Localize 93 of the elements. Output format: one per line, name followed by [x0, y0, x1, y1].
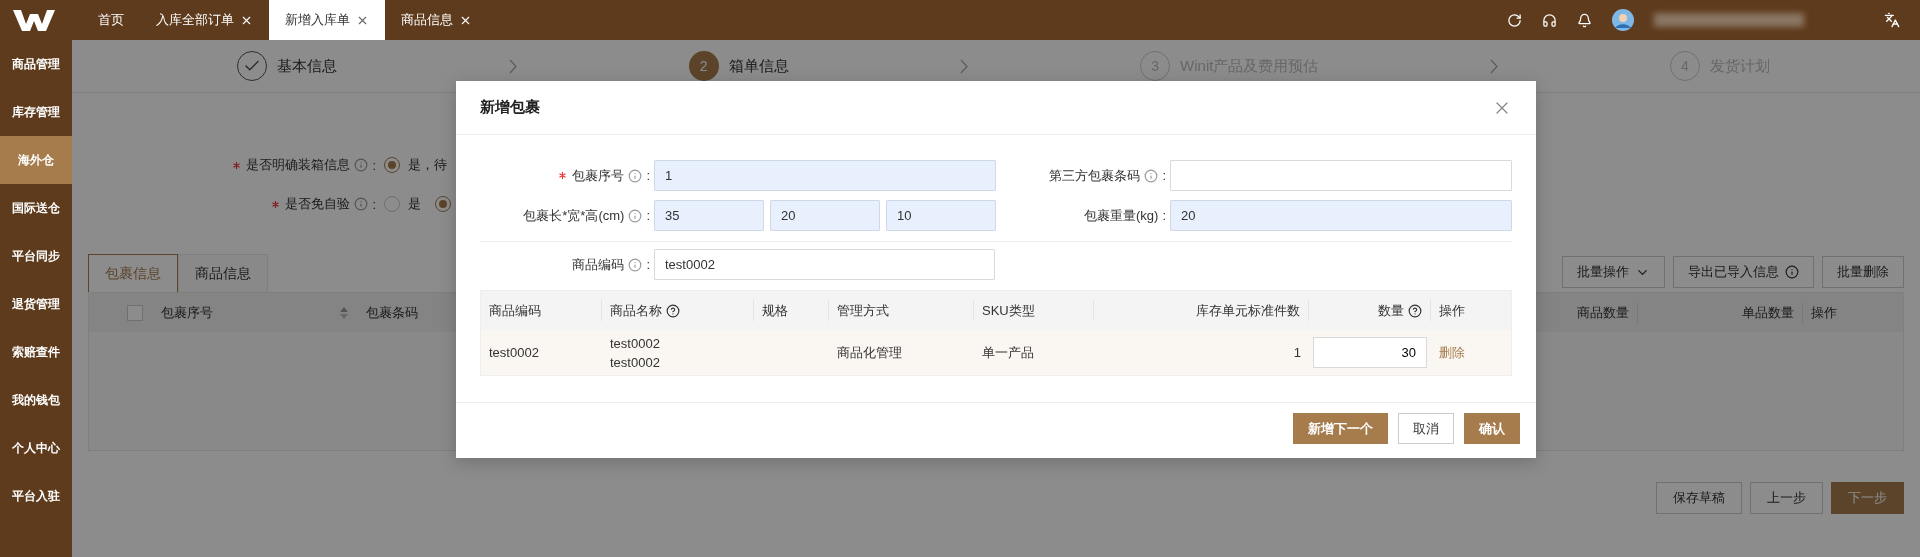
- delete-link[interactable]: 删除: [1439, 343, 1465, 362]
- table-cell: test0002: [610, 335, 660, 351]
- sidebar-item[interactable]: 商品管理: [0, 40, 72, 88]
- text-input[interactable]: 35: [654, 200, 764, 231]
- text-input[interactable]: 20: [770, 200, 880, 231]
- column-header: 库存单元标准件数: [1196, 301, 1300, 320]
- colon: :: [1162, 208, 1166, 223]
- page-tab[interactable]: 入库全部订单: [140, 0, 269, 40]
- colon: :: [372, 157, 376, 173]
- step-marker: 2: [688, 51, 719, 81]
- sidebar-item[interactable]: 我的钱包: [0, 376, 72, 424]
- sidebar-item[interactable]: 个人中心: [0, 424, 72, 472]
- info-icon: [628, 257, 643, 272]
- action-button[interactable]: 保存草稿: [1656, 482, 1742, 514]
- table-cell: 商品化管理: [837, 343, 902, 362]
- text-input[interactable]: 10: [886, 200, 996, 231]
- table-cell: 1: [1293, 345, 1301, 360]
- text-input[interactable]: [1170, 160, 1512, 191]
- dialog-button[interactable]: 新增下一个: [1293, 413, 1388, 444]
- info-icon: [1785, 265, 1799, 279]
- info-icon: [354, 197, 369, 211]
- field-label: 是否免自验: [285, 195, 351, 213]
- table-cell: test0002: [610, 354, 660, 370]
- sidebar-item[interactable]: 国际送仓: [0, 184, 72, 232]
- colon: :: [372, 196, 376, 212]
- field-label: 是否明确装箱信息: [246, 156, 351, 174]
- table-cell: 单一产品: [982, 343, 1034, 362]
- colon: :: [646, 168, 650, 183]
- sidebar-item[interactable]: 海外仓: [0, 136, 72, 184]
- help-icon: [666, 303, 680, 318]
- sidebar-item[interactable]: 退货管理: [0, 280, 72, 328]
- colon: :: [646, 257, 650, 272]
- column-header: 操作: [1439, 301, 1465, 320]
- toolbar-button[interactable]: 批量操作: [1562, 256, 1665, 288]
- step-label: 基本信息: [277, 56, 337, 76]
- text-input[interactable]: 20: [1170, 200, 1512, 231]
- radio-option[interactable]: 是: [384, 195, 421, 213]
- checkbox[interactable]: [127, 304, 143, 321]
- chevron-right-icon: [960, 58, 969, 74]
- sidebar-item[interactable]: 库存管理: [0, 88, 72, 136]
- column-header: 管理方式: [837, 301, 889, 320]
- chevron-right-icon: [1490, 58, 1499, 74]
- colon: :: [1162, 168, 1166, 183]
- field-label: 包裹长*宽*高(cm): [523, 206, 625, 225]
- table-cell: test0002: [489, 345, 539, 360]
- column-header: 包裹序号: [161, 303, 213, 322]
- quantity-input[interactable]: 30: [1313, 337, 1427, 368]
- column-header: 包裹条码: [366, 303, 418, 322]
- column-header: 操作: [1811, 303, 1837, 322]
- column-header: 单品数量: [1742, 303, 1794, 322]
- dialog-title: 新增包裹: [480, 98, 540, 117]
- column-header: SKU类型: [982, 301, 1035, 320]
- required-mark-icon: [233, 161, 241, 169]
- toolbar-button[interactable]: 批量删除: [1822, 256, 1904, 288]
- text-input[interactable]: 1: [654, 160, 996, 191]
- bell-icon[interactable]: [1577, 12, 1592, 28]
- info-icon: [354, 158, 369, 172]
- info-icon: [628, 168, 643, 183]
- field-label: 包裹重量(kg): [1084, 206, 1159, 225]
- column-header: 商品数量: [1577, 303, 1629, 322]
- column-header: 商品名称: [610, 301, 662, 320]
- dialog-button[interactable]: 取消: [1398, 413, 1454, 444]
- text-input[interactable]: test0002: [654, 249, 995, 280]
- column-header: 数量: [1378, 301, 1404, 320]
- info-icon: [628, 208, 643, 223]
- colon: :: [646, 208, 650, 223]
- field-label: 商品编码: [572, 255, 625, 274]
- sidebar-item[interactable]: 平台同步: [0, 232, 72, 280]
- required-mark-icon: [559, 172, 567, 179]
- action-button[interactable]: 上一步: [1750, 482, 1823, 514]
- chevron-right-icon: [508, 58, 517, 74]
- headphones-icon[interactable]: [1542, 12, 1557, 28]
- help-icon: [1408, 303, 1422, 318]
- field-label: 包裹序号: [572, 166, 625, 185]
- toolbar-button[interactable]: 导出已导入信息: [1673, 256, 1814, 288]
- field-label: 第三方包裹条码: [1049, 166, 1141, 185]
- column-header: 商品编码: [489, 301, 541, 320]
- step-label: 箱单信息: [728, 56, 789, 76]
- info-icon: [1144, 168, 1159, 183]
- translate-icon[interactable]: [1884, 12, 1900, 28]
- avatar-icon[interactable]: [1612, 9, 1634, 31]
- dialog-button[interactable]: 确认: [1464, 413, 1520, 444]
- page-tab[interactable]: 商品信息: [385, 0, 488, 40]
- page-tab[interactable]: 新增入库单: [269, 0, 385, 40]
- logo: [12, 7, 56, 33]
- required-mark-icon: [272, 200, 280, 208]
- page-tab[interactable]: 首页: [82, 0, 140, 40]
- radio-option[interactable]: 是，待: [384, 156, 447, 174]
- column-header: 规格: [762, 301, 788, 320]
- sidebar-item[interactable]: 平台入驻: [0, 472, 72, 520]
- sidebar-item[interactable]: 索赔查件: [0, 328, 72, 376]
- refresh-icon[interactable]: [1507, 12, 1522, 28]
- section-tab[interactable]: 商品信息: [178, 254, 268, 292]
